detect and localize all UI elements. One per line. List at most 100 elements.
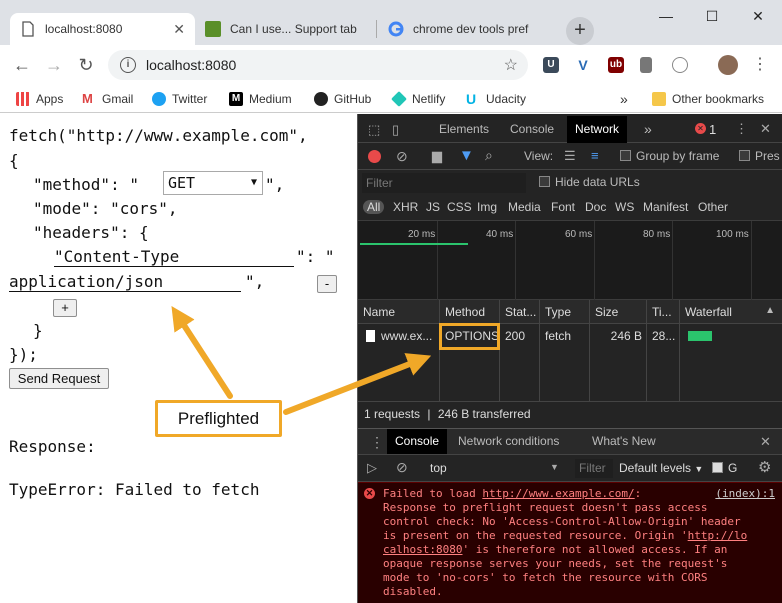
bookmark-medium[interactable]: M Medium <box>229 90 292 108</box>
tab-caniuse[interactable]: Can I use... Support tab <box>195 13 375 45</box>
large-rows-icon[interactable]: ☰ <box>564 148 576 164</box>
drawer-menu-icon[interactable]: ⋮ <box>370 434 384 451</box>
header-key-input[interactable]: "Content-Type <box>54 247 294 267</box>
bookmark-star-icon[interactable]: ☆ <box>504 55 518 75</box>
extension-icon[interactable] <box>672 57 688 73</box>
group-similar-checkbox[interactable]: G <box>712 461 737 475</box>
device-toolbar-icon[interactable]: ▯ <box>392 122 399 138</box>
error-count[interactable]: 1 <box>709 122 716 137</box>
drawer-tab-network-conditions[interactable]: Network conditions <box>458 429 559 454</box>
type-filter-img[interactable]: Img <box>477 200 497 214</box>
console-filter-input[interactable]: Filter <box>575 459 613 478</box>
filter-icon[interactable]: ▼ <box>459 147 474 164</box>
bookmark-netlify[interactable]: Netlify <box>391 90 445 108</box>
bookmarks-overflow-icon[interactable]: » <box>620 90 628 108</box>
column-status[interactable]: Stat... <box>500 300 540 324</box>
method-select[interactable]: GET ▼ <box>163 171 263 195</box>
remove-header-button[interactable]: - <box>317 275 337 293</box>
error-icon[interactable]: ✕ <box>695 123 706 134</box>
checkbox[interactable] <box>620 150 631 161</box>
tab-elements[interactable]: Elements <box>439 116 489 143</box>
type-filter-other[interactable]: Other <box>698 200 728 214</box>
column-type[interactable]: Type <box>540 300 590 324</box>
close-drawer-icon[interactable]: ✕ <box>760 434 771 450</box>
error-url-link[interactable]: http://www.example.com/ <box>482 487 634 500</box>
screenshot-icon[interactable]: ▆ <box>432 148 442 164</box>
origin-link[interactable]: calhost:8080 <box>383 543 462 556</box>
back-icon[interactable]: ← <box>10 53 34 77</box>
tab-google-search[interactable]: chrome dev tools pref <box>378 13 558 45</box>
clear-console-icon[interactable]: ⊘ <box>396 459 408 476</box>
column-name[interactable]: Name <box>358 300 440 324</box>
vue-devtools-icon[interactable]: V <box>575 57 591 73</box>
sort-icon[interactable]: ▲ <box>765 305 775 316</box>
inspect-icon[interactable]: ⬚ <box>368 122 380 138</box>
extension-icon[interactable]: U <box>543 57 559 73</box>
tab-network[interactable]: Network <box>567 116 628 143</box>
info-icon[interactable]: i <box>120 57 136 73</box>
preserve-log-checkbox[interactable]: Pres <box>739 149 780 163</box>
waterfall-view-icon[interactable]: ≡ <box>591 148 599 163</box>
code-close-paren: }); <box>9 345 38 364</box>
clear-icon[interactable]: ⊘ <box>396 148 408 165</box>
chevron-down-icon[interactable]: ▼ <box>550 462 559 472</box>
column-size[interactable]: Size <box>590 300 647 324</box>
extension-icon[interactable] <box>640 57 652 73</box>
add-header-button[interactable]: + <box>53 299 77 317</box>
column-method[interactable]: Method <box>440 300 500 324</box>
bookmark-other[interactable]: Other bookmarks <box>652 90 764 108</box>
network-filter-input[interactable]: Filter <box>362 173 526 193</box>
forward-icon[interactable]: → <box>42 53 66 77</box>
record-icon[interactable] <box>368 150 381 163</box>
column-time[interactable]: Ti... <box>647 300 680 324</box>
context-select[interactable]: top <box>430 461 447 475</box>
send-request-button[interactable]: Send Request <box>9 368 109 389</box>
checkbox[interactable] <box>739 150 750 161</box>
close-tab-icon[interactable]: ✕ <box>173 21 185 38</box>
type-filter-ws[interactable]: WS <box>615 200 634 214</box>
drawer-tab-whats-new[interactable]: What's New <box>592 429 656 454</box>
minimize-icon[interactable]: — <box>643 4 689 28</box>
bookmark-udacity[interactable]: U Udacity <box>466 90 526 108</box>
type-filter-all[interactable]: All <box>363 200 385 214</box>
search-icon[interactable]: ⌕ <box>485 147 493 164</box>
drawer-tab-console[interactable]: Console <box>387 429 448 454</box>
more-tabs-icon[interactable]: » <box>644 116 652 143</box>
bookmark-twitter[interactable]: Twitter <box>152 90 207 108</box>
type-filter-xhr[interactable]: XHR <box>393 200 418 214</box>
checkbox[interactable] <box>539 176 550 187</box>
hide-data-urls-checkbox[interactable]: Hide data URLs <box>539 175 640 189</box>
address-bar[interactable]: i localhost:8080 ☆ <box>108 50 528 80</box>
tab-console[interactable]: Console <box>510 116 554 143</box>
type-filter-js[interactable]: JS <box>426 200 440 214</box>
reload-icon[interactable]: ↻ <box>74 53 98 77</box>
type-filter-font[interactable]: Font <box>551 200 575 214</box>
close-window-icon[interactable]: ✕ <box>735 4 781 28</box>
table-row[interactable]: www.ex... OPTIONS 200 fetch 246 B 28... <box>358 324 782 348</box>
checkbox[interactable] <box>712 462 723 473</box>
log-levels-select[interactable]: Default levels ▼ <box>619 461 703 475</box>
tab-localhost[interactable]: localhost:8080 ✕ <box>10 13 195 45</box>
bookmark-gmail[interactable]: M Gmail <box>82 90 133 108</box>
close-devtools-icon[interactable]: ✕ <box>760 121 771 137</box>
type-filter-doc[interactable]: Doc <box>585 200 606 214</box>
sidebar-toggle-icon[interactable]: ▷ <box>367 460 377 476</box>
devtools-menu-icon[interactable]: ⋮ <box>735 121 748 137</box>
type-filter-css[interactable]: CSS <box>447 200 472 214</box>
bookmark-apps[interactable]: Apps <box>16 90 63 108</box>
new-tab-button[interactable]: + <box>566 17 594 45</box>
network-overview[interactable]: 20 ms 40 ms 60 ms 80 ms 100 ms <box>358 220 782 301</box>
caniuse-icon <box>205 21 221 37</box>
type-filter-manifest[interactable]: Manifest <box>643 200 688 214</box>
error-source-link[interactable]: (index):1 <box>715 487 775 501</box>
group-by-frame-checkbox[interactable]: Group by frame <box>620 149 719 163</box>
header-value-input[interactable]: application/json <box>9 272 241 292</box>
bookmark-github[interactable]: GitHub <box>314 90 371 108</box>
settings-gear-icon[interactable]: ⚙ <box>758 458 771 476</box>
ublock-icon[interactable]: ub <box>608 57 624 73</box>
avatar[interactable] <box>718 55 738 75</box>
type-filter-media[interactable]: Media <box>508 200 541 214</box>
origin-link[interactable]: http://lo <box>688 529 748 542</box>
maximize-icon[interactable]: ☐ <box>689 4 735 28</box>
menu-icon[interactable]: ⋮ <box>748 53 772 77</box>
